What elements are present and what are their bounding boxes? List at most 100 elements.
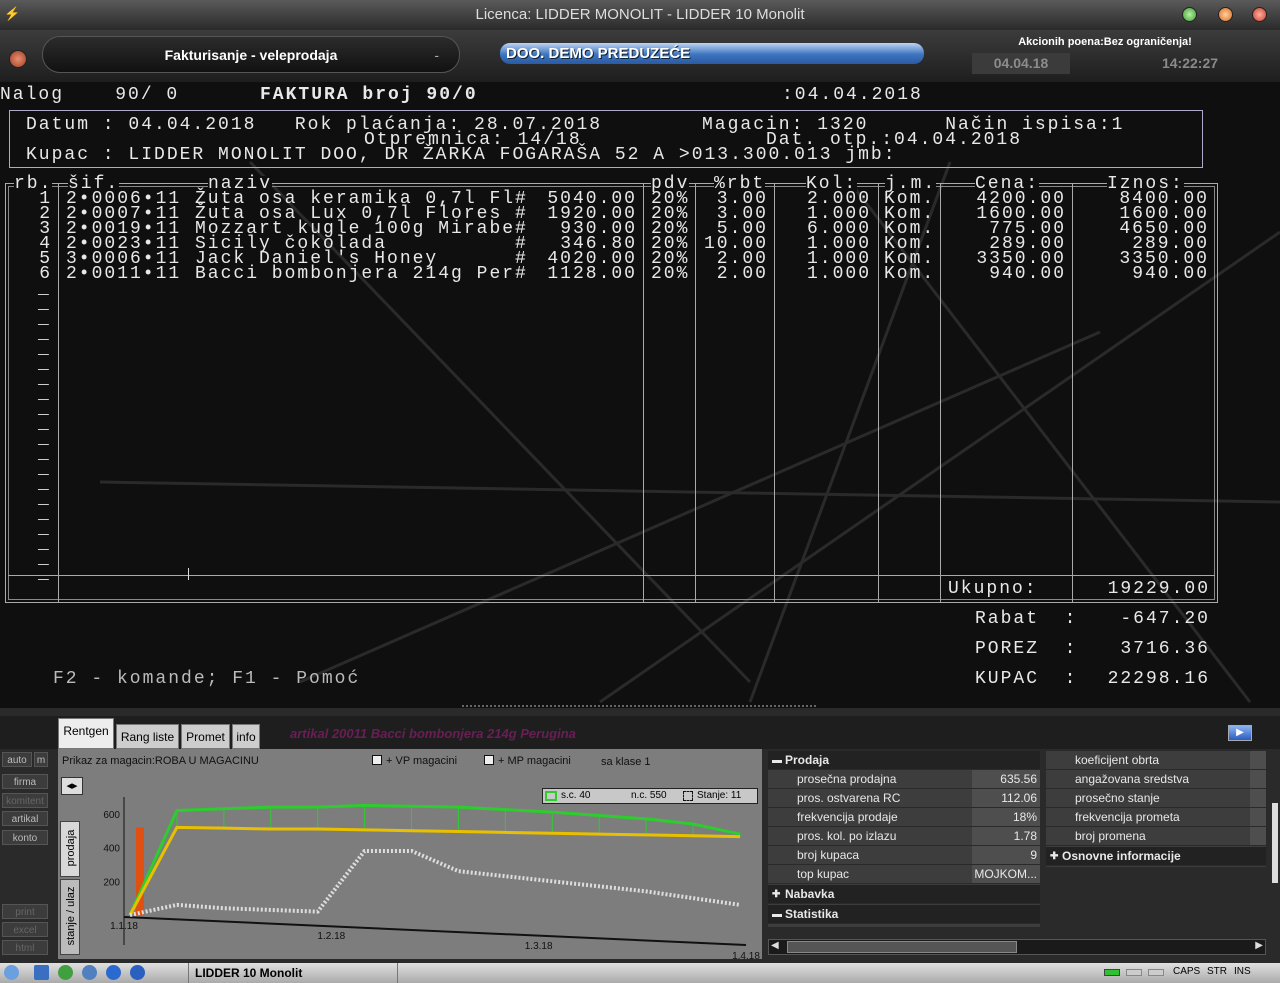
right-panel-scrollbar[interactable] <box>1272 803 1278 883</box>
cell-cena[interactable]: 940.00 <box>940 265 1066 283</box>
chart-nav: ◂▸ <box>61 777 83 795</box>
caps-indicator: CAPS <box>1173 966 1201 977</box>
splitter-handle[interactable] <box>462 705 816 707</box>
series-line-2 <box>129 848 741 917</box>
mp-checkbox-box[interactable] <box>484 755 494 765</box>
statistika-row[interactable]: broj promena <box>1046 827 1266 846</box>
invoice-terminal[interactable]: Nalog 90/ 0 FAKTURA broj 90/0 :04.04.201… <box>0 82 1280 708</box>
maximize-button[interactable] <box>1218 7 1233 22</box>
tab-promet[interactable]: Promet <box>181 724 230 749</box>
scroll-left-arrow[interactable]: ◀ <box>771 940 779 951</box>
x-tick-label: 1.1.18 <box>110 921 138 932</box>
statistika-row[interactable]: frekvencija prometa <box>1046 808 1266 827</box>
side-print-button[interactable]: print <box>2 904 48 919</box>
prodaja-row[interactable]: frekvencija prodaje 18% <box>768 808 1040 827</box>
prodaja-row-value: MOJKOM... <box>972 865 1040 883</box>
y-tick-label: 400 <box>103 844 120 855</box>
side-auto-button[interactable]: auto <box>2 752 32 767</box>
side-konto-button[interactable]: konto <box>2 830 48 845</box>
start-icon[interactable] <box>4 965 19 980</box>
tab-rang-liste[interactable]: Rang liste <box>116 724 179 749</box>
statistika-row[interactable]: angažovana sredstva <box>1046 770 1266 789</box>
statistika-row-label: prosečno stanje <box>1075 791 1160 805</box>
side-artikal-button[interactable]: artikal <box>2 811 48 826</box>
statistika-row[interactable]: koeficijent obrta <box>1046 751 1266 770</box>
vtab-prodaja[interactable]: prodaja <box>60 821 80 877</box>
taskbar: LIDDER 10 Monolit CAPS STR INS <box>0 963 1280 983</box>
legend-sc-label: s.c. 40 <box>561 790 591 801</box>
col-divider-rbt <box>774 183 775 603</box>
main-menu-button[interactable] <box>9 50 27 68</box>
taskbar-app[interactable]: LIDDER 10 Monolit <box>188 963 398 983</box>
prodaja-row-label: top kupac <box>797 867 850 881</box>
side-firma-button[interactable]: firma <box>2 774 48 789</box>
mp-magacini-label: + MP magacini <box>498 755 571 767</box>
scroll-right-arrow[interactable]: ▶ <box>1255 940 1263 951</box>
statistika-section[interactable]: ▬ Statistika <box>768 905 1040 924</box>
nabavka-section[interactable]: ✚ Nabavka <box>768 885 1040 904</box>
cell-rbt[interactable]: 2.00 <box>700 265 768 283</box>
statistika-row-label: frekvencija prometa <box>1075 810 1180 824</box>
statistika-row-value <box>1250 751 1266 769</box>
cell-sif[interactable]: 2•0011•11 <box>66 265 181 283</box>
cell-naziv[interactable]: Bacci bombonjera 214g Per# <box>195 265 528 283</box>
vp-magacini-checkbox[interactable]: + VP magacini <box>372 755 457 767</box>
vtab-stanje[interactable]: stanje / ulaz <box>60 879 80 955</box>
side-m-button[interactable]: m <box>34 752 48 767</box>
side-komitent-button[interactable]: komitent <box>2 793 48 808</box>
empty-row-marker: _ <box>38 564 51 584</box>
prodaja-row[interactable]: broj kupaca 9 <box>768 846 1040 865</box>
globe-icon[interactable] <box>58 965 73 980</box>
prodaja-row-label: broj kupaca <box>797 848 860 862</box>
prodaja-section[interactable]: ▬ Prodaja <box>768 751 1040 770</box>
close-button[interactable] <box>1252 7 1267 22</box>
invoice-date-line: :04.04.2018 <box>782 85 923 105</box>
minimize-button[interactable] <box>1182 7 1197 22</box>
prodaja-row[interactable]: prosečna prodajna 635.56 <box>768 770 1040 789</box>
prodaja-row-label: pros. kol. po izlazu <box>797 829 897 843</box>
module-selector[interactable]: Fakturisanje - veleprodaja - <box>42 36 460 73</box>
info-icon[interactable] <box>130 965 145 980</box>
tab-rentgen[interactable]: Rentgen <box>58 718 114 749</box>
side-excel-button[interactable]: excel <box>2 922 48 937</box>
prodaja-row[interactable]: top kupac MOJKOM... <box>768 865 1040 884</box>
horizontal-scrollbar[interactable]: ◀ ▶ <box>768 939 1266 955</box>
cell-pdv[interactable]: 20% <box>651 265 689 283</box>
status-led-2 <box>1148 969 1164 976</box>
scroll-thumb[interactable] <box>787 941 1017 953</box>
cell-iznos[interactable]: 940.00 <box>1080 265 1209 283</box>
cell-kol[interactable]: 1.000 <box>780 265 871 283</box>
window-icon[interactable] <box>34 965 49 980</box>
osnovne-section[interactable]: ✚ Osnovne informacije <box>1046 847 1266 866</box>
statistika-section-label: Statistika <box>785 907 839 921</box>
screen-export-icon[interactable]: ▶ <box>1228 725 1252 741</box>
tab-info[interactable]: info <box>232 724 260 749</box>
akcioni-poeni-label: Akcionih poena:Bez ograničenja! <box>1018 36 1192 48</box>
prodaja-row[interactable]: pros. kol. po izlazu 1.78 <box>768 827 1040 846</box>
mp-magacini-checkbox[interactable]: + MP magacini <box>484 755 571 767</box>
user-icon[interactable] <box>82 965 97 980</box>
side-html-button[interactable]: html <box>2 940 48 955</box>
legend-nc-label: n.c. 550 <box>631 790 667 801</box>
statistika-row-label: koeficijent obrta <box>1075 753 1160 767</box>
window-title: Licenca: LIDDER MONOLIT - LIDDER 10 Mono… <box>475 6 805 23</box>
check-icon[interactable] <box>106 965 121 980</box>
cell-nc[interactable]: 1128.00 <box>540 265 637 283</box>
x-tick-label: 1.3.18 <box>525 941 553 952</box>
module-name: Fakturisanje - veleprodaja <box>164 47 338 63</box>
cell-jm[interactable]: Kom. <box>884 265 935 283</box>
ukupno-value: 19229.00 <box>1107 579 1210 599</box>
current-date: 04.04.18 <box>972 53 1070 74</box>
prodaja-row[interactable]: pros. ostvarena RC 112.06 <box>768 789 1040 808</box>
prodaja-grid: ▬ Prodaja prosečna prodajna 635.56 pros. os… <box>768 751 1040 927</box>
kupac-line[interactable]: Kupac : LIDDER MONOLIT DOO, DR ŽARKA FOG… <box>26 146 897 164</box>
vp-checkbox-box[interactable] <box>372 755 382 765</box>
statistika-row-value <box>1250 789 1266 807</box>
statistika-row[interactable]: prosečno stanje <box>1046 789 1266 808</box>
vtab-prodaja-label: prodaja <box>65 829 77 867</box>
chart-nav-right-button[interactable]: ▸ <box>72 780 78 792</box>
app-logo-icon: ⚡ <box>4 6 21 21</box>
status-led-green <box>1104 969 1120 976</box>
prodaja-row-value: 18% <box>972 808 1040 826</box>
chart-legend: s.c. 40 n.c. 550 Stanje: 11 <box>542 788 758 804</box>
